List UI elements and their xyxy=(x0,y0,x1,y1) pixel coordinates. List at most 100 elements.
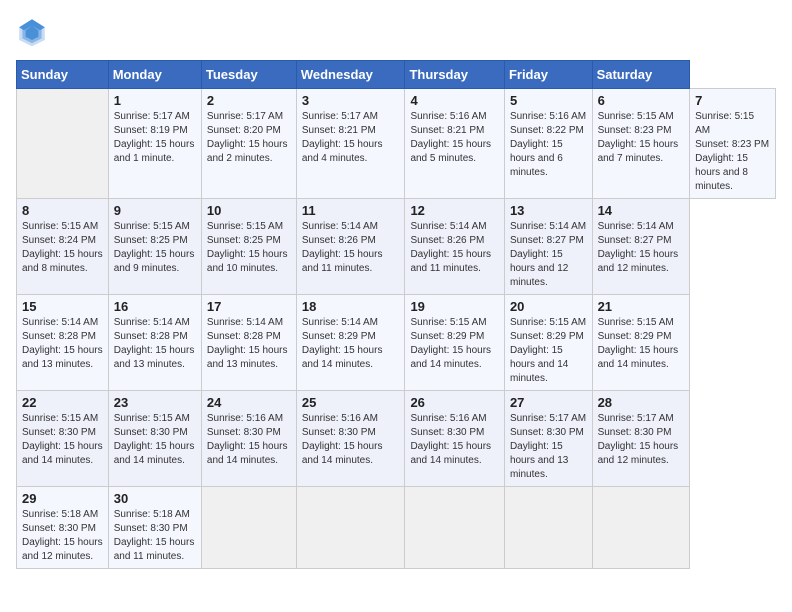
daylight-label: Daylight: 15 hours and 14 minutes. xyxy=(207,441,288,466)
sunset-label: Sunset: 8:26 PM xyxy=(302,235,376,246)
sunset-label: Sunset: 8:27 PM xyxy=(598,235,672,246)
day-info: Sunrise: 5:15 AM Sunset: 8:23 PM Dayligh… xyxy=(695,110,770,194)
daylight-label: Daylight: 15 hours and 14 minutes. xyxy=(410,441,491,466)
calendar-cell: 28 Sunrise: 5:17 AM Sunset: 8:30 PM Dayl… xyxy=(592,391,690,487)
daylight-label: Daylight: 15 hours and 1 minute. xyxy=(114,139,195,164)
sunset-label: Sunset: 8:28 PM xyxy=(207,331,281,342)
day-info: Sunrise: 5:14 AM Sunset: 8:28 PM Dayligh… xyxy=(207,316,291,372)
day-number: 13 xyxy=(510,203,587,218)
day-info: Sunrise: 5:15 AM Sunset: 8:25 PM Dayligh… xyxy=(207,220,291,276)
sunset-label: Sunset: 8:30 PM xyxy=(22,523,96,534)
calendar-cell: 2 Sunrise: 5:17 AM Sunset: 8:20 PM Dayli… xyxy=(201,89,296,199)
calendar-cell: 29 Sunrise: 5:18 AM Sunset: 8:30 PM Dayl… xyxy=(17,487,109,569)
calendar-cell: 11 Sunrise: 5:14 AM Sunset: 8:26 PM Dayl… xyxy=(296,199,405,295)
sunrise-label: Sunrise: 5:14 AM xyxy=(598,221,674,232)
sunrise-label: Sunrise: 5:18 AM xyxy=(114,509,190,520)
calendar-cell: 5 Sunrise: 5:16 AM Sunset: 8:22 PM Dayli… xyxy=(504,89,592,199)
logo-icon xyxy=(16,16,48,48)
day-info: Sunrise: 5:17 AM Sunset: 8:21 PM Dayligh… xyxy=(302,110,400,166)
sunset-label: Sunset: 8:29 PM xyxy=(598,331,672,342)
sunrise-label: Sunrise: 5:14 AM xyxy=(114,317,190,328)
sunset-label: Sunset: 8:30 PM xyxy=(207,427,281,438)
day-info: Sunrise: 5:16 AM Sunset: 8:21 PM Dayligh… xyxy=(410,110,499,166)
day-info: Sunrise: 5:17 AM Sunset: 8:30 PM Dayligh… xyxy=(598,412,685,468)
page-header xyxy=(16,16,776,48)
sunrise-label: Sunrise: 5:15 AM xyxy=(598,111,674,122)
sunset-label: Sunset: 8:30 PM xyxy=(302,427,376,438)
sunrise-label: Sunrise: 5:17 AM xyxy=(598,413,674,424)
daylight-label: Daylight: 15 hours and 14 minutes. xyxy=(22,441,103,466)
day-number: 10 xyxy=(207,203,291,218)
daylight-label: Daylight: 15 hours and 11 minutes. xyxy=(114,537,195,562)
sunset-label: Sunset: 8:20 PM xyxy=(207,125,281,136)
day-info: Sunrise: 5:14 AM Sunset: 8:27 PM Dayligh… xyxy=(598,220,685,276)
day-number: 1 xyxy=(114,93,196,108)
sunset-label: Sunset: 8:29 PM xyxy=(510,331,584,342)
daylight-label: Daylight: 15 hours and 13 minutes. xyxy=(207,345,288,370)
calendar-cell xyxy=(405,487,505,569)
column-header-monday: Monday xyxy=(108,61,201,89)
day-info: Sunrise: 5:15 AM Sunset: 8:30 PM Dayligh… xyxy=(114,412,196,468)
calendar-cell xyxy=(201,487,296,569)
daylight-label: Daylight: 15 hours and 12 minutes. xyxy=(598,249,679,274)
day-info: Sunrise: 5:14 AM Sunset: 8:26 PM Dayligh… xyxy=(410,220,499,276)
calendar-cell: 20 Sunrise: 5:15 AM Sunset: 8:29 PM Dayl… xyxy=(504,295,592,391)
sunrise-label: Sunrise: 5:15 AM xyxy=(695,111,754,136)
column-header-wednesday: Wednesday xyxy=(296,61,405,89)
sunset-label: Sunset: 8:23 PM xyxy=(695,139,769,150)
day-info: Sunrise: 5:15 AM Sunset: 8:24 PM Dayligh… xyxy=(22,220,103,276)
day-info: Sunrise: 5:14 AM Sunset: 8:27 PM Dayligh… xyxy=(510,220,587,290)
calendar-cell: 16 Sunrise: 5:14 AM Sunset: 8:28 PM Dayl… xyxy=(108,295,201,391)
daylight-label: Daylight: 15 hours and 13 minutes. xyxy=(114,345,195,370)
calendar-body: 1 Sunrise: 5:17 AM Sunset: 8:19 PM Dayli… xyxy=(17,89,776,569)
day-number: 29 xyxy=(22,491,103,506)
calendar-cell: 21 Sunrise: 5:15 AM Sunset: 8:29 PM Dayl… xyxy=(592,295,690,391)
calendar-cell: 12 Sunrise: 5:14 AM Sunset: 8:26 PM Dayl… xyxy=(405,199,505,295)
calendar-week-row: 15 Sunrise: 5:14 AM Sunset: 8:28 PM Dayl… xyxy=(17,295,776,391)
sunset-label: Sunset: 8:29 PM xyxy=(302,331,376,342)
day-number: 8 xyxy=(22,203,103,218)
daylight-label: Daylight: 15 hours and 12 minutes. xyxy=(598,441,679,466)
daylight-label: Daylight: 15 hours and 9 minutes. xyxy=(114,249,195,274)
sunset-label: Sunset: 8:30 PM xyxy=(598,427,672,438)
day-number: 5 xyxy=(510,93,587,108)
calendar-cell: 25 Sunrise: 5:16 AM Sunset: 8:30 PM Dayl… xyxy=(296,391,405,487)
daylight-label: Daylight: 15 hours and 7 minutes. xyxy=(598,139,679,164)
day-info: Sunrise: 5:16 AM Sunset: 8:30 PM Dayligh… xyxy=(410,412,499,468)
day-number: 17 xyxy=(207,299,291,314)
calendar-header-row: SundayMondayTuesdayWednesdayThursdayFrid… xyxy=(17,61,776,89)
calendar-cell: 30 Sunrise: 5:18 AM Sunset: 8:30 PM Dayl… xyxy=(108,487,201,569)
calendar-cell xyxy=(296,487,405,569)
daylight-label: Daylight: 15 hours and 14 minutes. xyxy=(114,441,195,466)
daylight-label: Daylight: 15 hours and 5 minutes. xyxy=(410,139,491,164)
day-info: Sunrise: 5:18 AM Sunset: 8:30 PM Dayligh… xyxy=(22,508,103,564)
day-number: 18 xyxy=(302,299,400,314)
calendar-cell: 15 Sunrise: 5:14 AM Sunset: 8:28 PM Dayl… xyxy=(17,295,109,391)
day-number: 14 xyxy=(598,203,685,218)
sunset-label: Sunset: 8:23 PM xyxy=(598,125,672,136)
day-info: Sunrise: 5:15 AM Sunset: 8:30 PM Dayligh… xyxy=(22,412,103,468)
calendar-cell: 7 Sunrise: 5:15 AM Sunset: 8:23 PM Dayli… xyxy=(690,89,776,199)
sunset-label: Sunset: 8:30 PM xyxy=(510,427,584,438)
sunset-label: Sunset: 8:30 PM xyxy=(114,523,188,534)
day-info: Sunrise: 5:18 AM Sunset: 8:30 PM Dayligh… xyxy=(114,508,196,564)
sunset-label: Sunset: 8:24 PM xyxy=(22,235,96,246)
calendar-cell: 24 Sunrise: 5:16 AM Sunset: 8:30 PM Dayl… xyxy=(201,391,296,487)
sunrise-label: Sunrise: 5:17 AM xyxy=(114,111,190,122)
sunset-label: Sunset: 8:21 PM xyxy=(410,125,484,136)
sunrise-label: Sunrise: 5:15 AM xyxy=(114,221,190,232)
day-number: 30 xyxy=(114,491,196,506)
sunset-label: Sunset: 8:30 PM xyxy=(22,427,96,438)
daylight-label: Daylight: 15 hours and 12 minutes. xyxy=(22,537,103,562)
calendar-cell: 18 Sunrise: 5:14 AM Sunset: 8:29 PM Dayl… xyxy=(296,295,405,391)
calendar-cell xyxy=(504,487,592,569)
calendar-cell: 1 Sunrise: 5:17 AM Sunset: 8:19 PM Dayli… xyxy=(108,89,201,199)
sunrise-label: Sunrise: 5:16 AM xyxy=(207,413,283,424)
day-number: 26 xyxy=(410,395,499,410)
sunrise-label: Sunrise: 5:14 AM xyxy=(22,317,98,328)
column-header-sunday: Sunday xyxy=(17,61,109,89)
day-number: 28 xyxy=(598,395,685,410)
daylight-label: Daylight: 15 hours and 14 minutes. xyxy=(302,441,383,466)
daylight-label: Daylight: 15 hours and 14 minutes. xyxy=(598,345,679,370)
daylight-label: Daylight: 15 hours and 14 minutes. xyxy=(302,345,383,370)
